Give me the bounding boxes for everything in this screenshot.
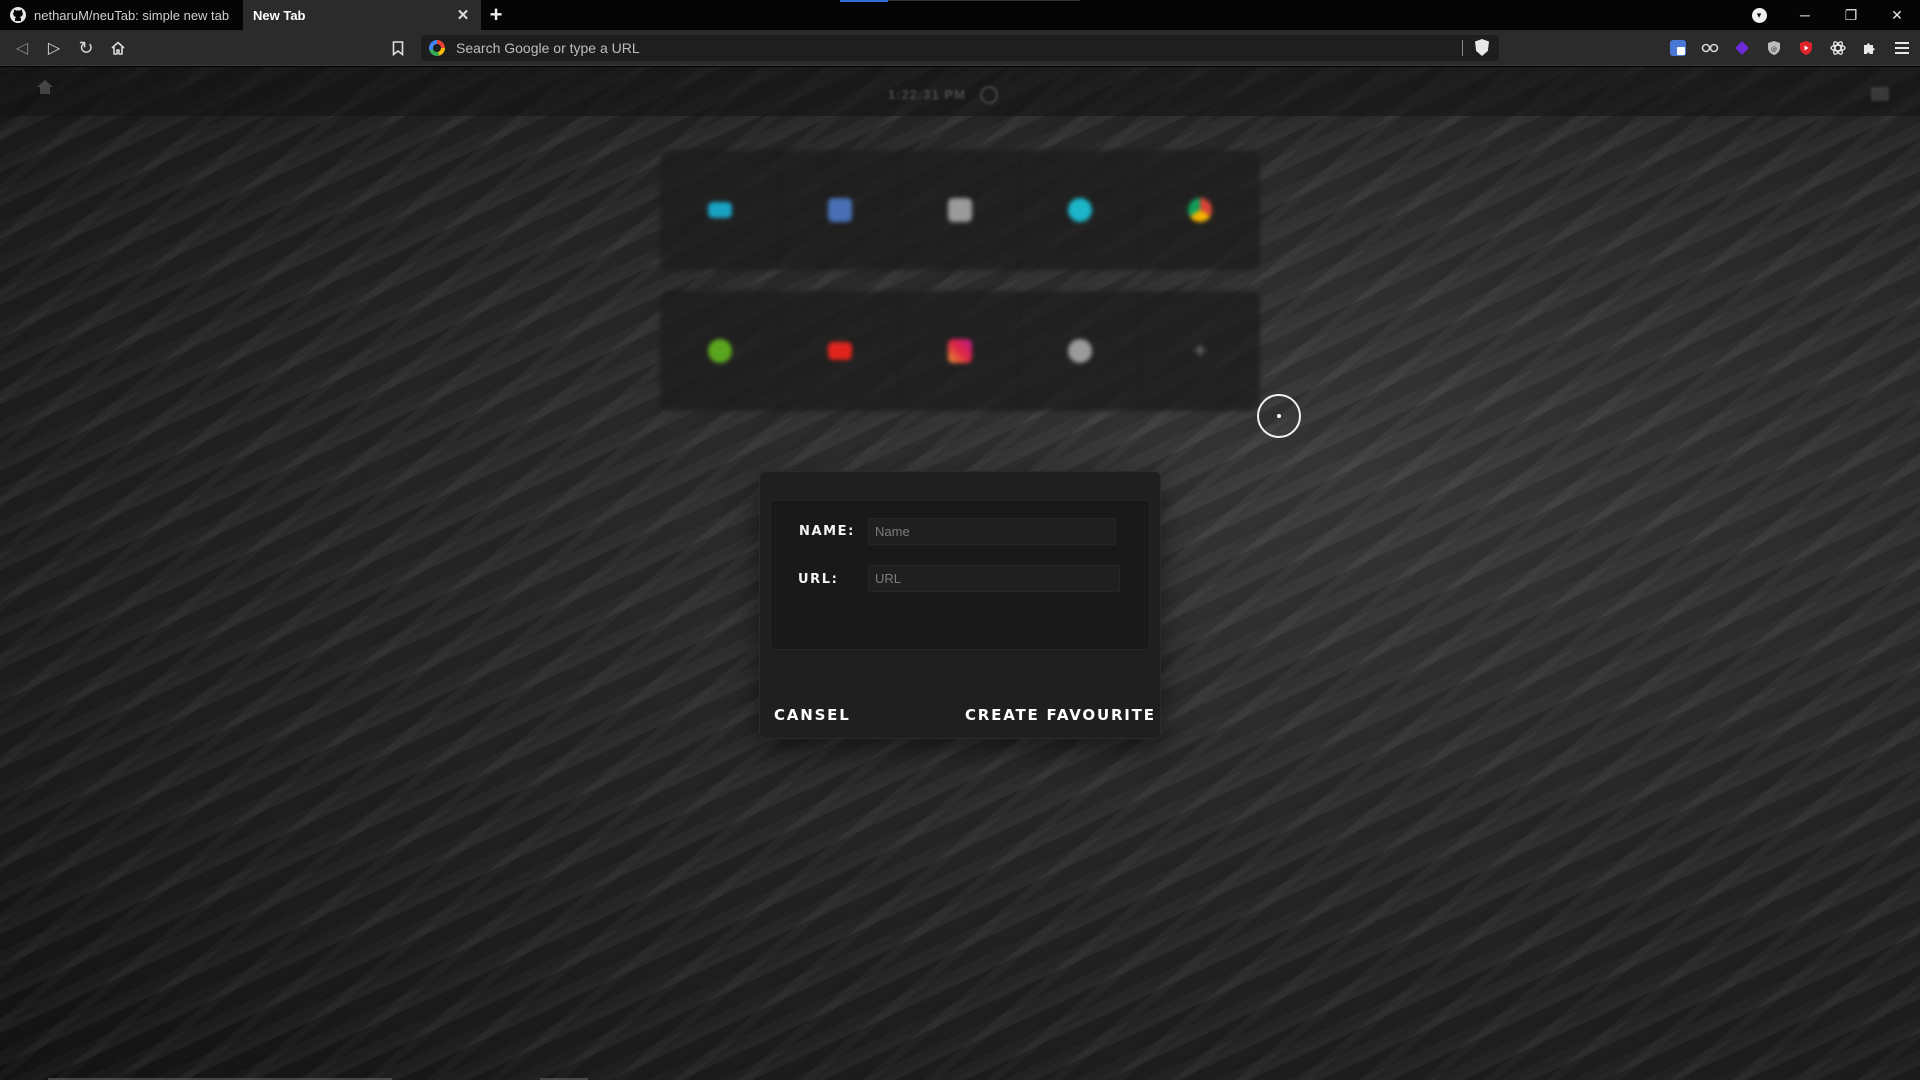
url-input[interactable] (868, 565, 1120, 592)
youtube-icon (827, 342, 852, 360)
puzzle-icon[interactable] (1858, 36, 1882, 60)
reload-icon: ↻ (78, 37, 94, 58)
close-tab-icon[interactable]: ✕ (455, 6, 471, 24)
add-icon: + (1193, 338, 1207, 363)
tab-title: netharuM/neuTab: simple new tab (34, 7, 230, 23)
cancel-button[interactable]: CANSEL (774, 706, 851, 724)
favourite-tile[interactable] (780, 291, 900, 411)
favourite-tile[interactable] (900, 150, 1020, 270)
home-icon[interactable] (36, 79, 54, 95)
cursor (1257, 394, 1301, 438)
svg-text:@: @ (1771, 46, 1777, 53)
tab-new-tab[interactable]: New Tab ✕ (243, 0, 481, 30)
favourite-tile[interactable] (1140, 150, 1260, 270)
shield-icon[interactable]: @ (1762, 36, 1786, 60)
forward-button[interactable]: ▷ (42, 36, 66, 60)
favourite-tile[interactable] (660, 150, 780, 270)
home-icon (111, 41, 125, 55)
favourites-row (660, 150, 1260, 270)
forward-icon: ▷ (47, 40, 61, 57)
gray-site-icon (947, 198, 972, 222)
cyan-site-icon (1067, 198, 1092, 222)
name-label: NAME: (799, 524, 855, 539)
settings-icon[interactable] (1871, 87, 1889, 101)
create-favourite-button[interactable]: CREATE FAVOURITE (965, 706, 1156, 724)
new-tab-button[interactable]: + (481, 0, 511, 30)
favourite-tile[interactable] (900, 291, 1020, 411)
browser-toolbar: ◁ ▷ ↻ @ (0, 30, 1920, 66)
add-favourite-tile[interactable]: + (1140, 291, 1260, 411)
xbox-icon (707, 339, 732, 363)
profile-button[interactable]: ▾ (1736, 0, 1782, 30)
favourite-tile[interactable] (780, 150, 900, 270)
brave-shield-icon[interactable] (1475, 39, 1489, 56)
tab-title: New Tab (253, 7, 306, 23)
tab-github-neutab[interactable]: netharuM/neuTab: simple new tab (0, 0, 243, 30)
youtube-ext-icon[interactable] (1794, 36, 1818, 60)
github-icon (10, 7, 26, 23)
atom-icon[interactable] (1826, 36, 1850, 60)
name-input[interactable] (868, 518, 1116, 545)
favourite-tile[interactable] (660, 291, 780, 411)
blue-site-icon (827, 198, 852, 222)
back-button[interactable]: ◁ (10, 36, 34, 60)
reload-button[interactable]: ↻ (74, 36, 98, 60)
extensions-bar: @ (1666, 36, 1914, 60)
bookmark-icon (392, 40, 404, 56)
home-button[interactable] (106, 36, 130, 60)
favourite-tile[interactable] (1020, 291, 1140, 411)
favourite-tile[interactable] (1020, 150, 1140, 270)
tab-bar: netharuM/neuTab: simple new tab New Tab … (0, 0, 1920, 30)
dialog-form: NAME: URL: (770, 500, 1150, 650)
omnibox[interactable] (421, 35, 1499, 61)
gem-icon[interactable] (1730, 36, 1754, 60)
timer-icon (980, 86, 998, 104)
close-window-button[interactable]: ✕ (1874, 0, 1920, 30)
new-tab-page: 1:22:31 PM + NAME: Name URL: URL CANSEL … (0, 67, 1920, 1080)
page-header: 1:22:31 PM (0, 67, 1920, 116)
chrome-icon (1188, 198, 1212, 222)
instagram-icon (947, 339, 972, 363)
url-label: URL: (798, 572, 839, 587)
loading-indicator (840, 0, 888, 2)
glasses-icon[interactable] (1698, 36, 1722, 60)
favourites-row: + (660, 291, 1260, 411)
favourites-grid: + (660, 150, 1260, 415)
menu-button[interactable] (1890, 36, 1914, 60)
google-icon (429, 40, 445, 56)
loading-track (888, 0, 1080, 1)
minimize-button[interactable]: ─ (1782, 0, 1828, 30)
teal-site-icon (707, 202, 732, 218)
chevron-down-icon: ▾ (1751, 7, 1767, 23)
github-icon (1067, 339, 1092, 363)
clock: 1:22:31 PM (888, 87, 966, 102)
back-icon: ◁ (15, 40, 29, 57)
create-favourite-dialog: NAME: URL: CANSEL CREATE FAVOURITE (760, 472, 1160, 738)
address-input[interactable] (454, 39, 1434, 57)
restore-button[interactable]: ❐ (1828, 0, 1874, 30)
translate-icon[interactable] (1666, 36, 1690, 60)
bookmark-button[interactable] (386, 36, 410, 60)
